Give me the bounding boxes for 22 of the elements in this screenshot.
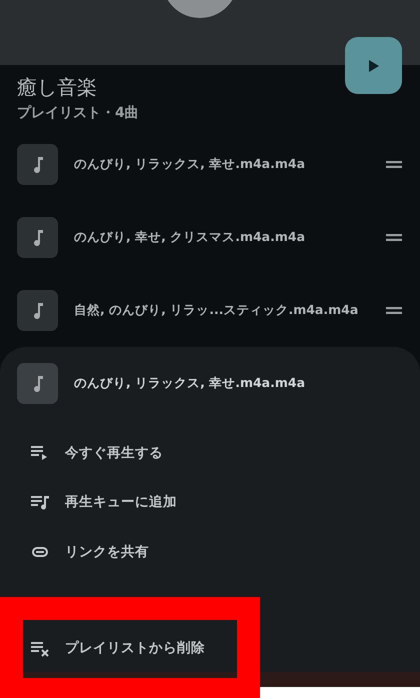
menu-item[interactable]: リンクを共有 [0, 527, 420, 576]
track-row[interactable]: のんびり, 幸せ, クリスマス.m4a.m4a [0, 201, 420, 274]
playlist-title: 癒し音楽 [17, 77, 98, 97]
menu-item[interactable]: プレイリストから削除 [23, 620, 237, 678]
track-title: のんびり, 幸せ, クリスマス.m4a.m4a [74, 228, 306, 246]
drag-handle-icon[interactable] [386, 234, 402, 241]
menu-item[interactable]: 今すぐ再生する [0, 428, 420, 478]
playlist-subtitle: プレイリスト・4曲 [17, 106, 140, 120]
track-title: のんびり, リラックス, 幸せ.m4a.m4a [74, 374, 306, 392]
play-icon [368, 60, 378, 72]
music-note-icon [32, 376, 42, 392]
drag-handle-icon[interactable] [386, 161, 402, 168]
drag-handle-icon[interactable] [386, 307, 402, 314]
music-note-icon [32, 230, 42, 246]
track-title: のんびり, リラックス, 幸せ.m4a.m4a [74, 155, 306, 174]
menu-item[interactable]: 再生キューに追加 [0, 478, 420, 527]
play-button[interactable] [345, 37, 402, 94]
track-row[interactable]: のんびり, リラックス, 幸せ.m4a.m4a [0, 128, 420, 201]
track-row[interactable]: 自然, のんびり, リラッ...スティック.m4a.m4a [0, 274, 420, 347]
music-note-icon [32, 302, 42, 318]
music-note-icon [32, 156, 42, 172]
track-title: 自然, のんびり, リラッ...スティック.m4a.m4a [74, 301, 360, 320]
